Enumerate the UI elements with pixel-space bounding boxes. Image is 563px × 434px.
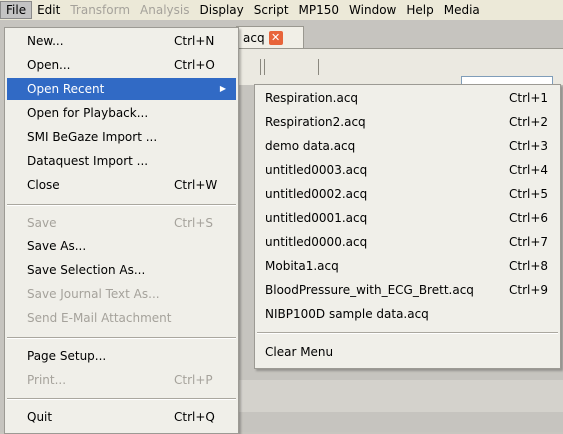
menu-mp150[interactable]: MP150 (294, 1, 345, 19)
menu-item-open[interactable]: Open... Ctrl+O (7, 54, 236, 76)
recent-file-item[interactable]: untitled0003.acq Ctrl+4 (257, 159, 558, 181)
menu-item-new[interactable]: New... Ctrl+N (7, 30, 236, 52)
recent-file-item[interactable]: NIBP100D sample data.acq (257, 303, 558, 325)
menu-item-label: SMI BeGaze Import ... (27, 130, 158, 144)
recent-file-item[interactable]: untitled0002.acq Ctrl+5 (257, 183, 558, 205)
chevron-right-icon: ▶ (219, 84, 226, 93)
menu-item-open-recent[interactable]: Open Recent ▶ (7, 78, 236, 100)
menu-item-label: Clear Menu (265, 345, 334, 359)
menu-item-clear-menu[interactable]: Clear Menu (257, 341, 558, 363)
toolbar-separator (318, 59, 319, 75)
menu-separator (7, 398, 236, 400)
menu-item-label: Open Recent (27, 82, 105, 96)
menu-item-label: Save As... (27, 239, 87, 253)
menu-item-save-as[interactable]: Save As... (7, 235, 236, 257)
recent-file-item[interactable]: Respiration.acq Ctrl+1 (257, 87, 558, 109)
menu-item-shortcut: Ctrl+7 (509, 235, 549, 249)
menu-item-dataquest-import[interactable]: Dataquest Import ... (7, 150, 236, 172)
menu-separator (257, 332, 558, 334)
menu-item-label: Save Journal Text As... (27, 287, 160, 301)
menu-file[interactable]: File (0, 1, 33, 19)
menu-item-label: NIBP100D sample data.acq (265, 307, 429, 321)
toolbar-separator (260, 59, 261, 75)
recent-file-item[interactable]: Respiration2.acq Ctrl+2 (257, 111, 558, 133)
menu-item-label: Send E-Mail Attachment (27, 311, 172, 325)
menu-display[interactable]: Display (195, 1, 249, 19)
close-icon[interactable]: ✕ (268, 30, 283, 45)
recent-file-item[interactable]: untitled0000.acq Ctrl+7 (257, 231, 558, 253)
menu-separator (7, 337, 236, 339)
menu-item-print[interactable]: Print... Ctrl+P (7, 369, 236, 391)
menu-edit[interactable]: Edit (32, 1, 65, 19)
recent-file-item[interactable]: BloodPressure_with_ECG_Brett.acq Ctrl+9 (257, 279, 558, 301)
menu-item-shortcut: Ctrl+1 (509, 91, 549, 105)
menu-analysis[interactable]: Analysis (135, 1, 194, 19)
menu-item-save-selection-as[interactable]: Save Selection As... (7, 259, 236, 281)
menu-item-save-journal-text-as[interactable]: Save Journal Text As... (7, 283, 236, 305)
menu-transform[interactable]: Transform (65, 1, 135, 19)
document-toolbar (236, 48, 563, 94)
menu-item-label: Dataquest Import ... (27, 154, 149, 168)
menu-script[interactable]: Script (249, 1, 294, 19)
menu-item-label: Open for Playback... (27, 106, 149, 120)
menu-item-shortcut: Ctrl+P (174, 373, 213, 387)
file-menu: New... Ctrl+N Open... Ctrl+O Open Recent… (4, 27, 239, 434)
menu-item-send-email-attachment[interactable]: Send E-Mail Attachment (7, 307, 236, 329)
menu-item-shortcut: Ctrl+4 (509, 163, 549, 177)
menu-item-shortcut: Ctrl+2 (509, 115, 549, 129)
menu-item-close[interactable]: Close Ctrl+W (7, 174, 236, 196)
menu-media[interactable]: Media (439, 1, 485, 19)
document-tab[interactable]: acq ✕ (236, 26, 304, 48)
menu-separator (7, 204, 236, 206)
recent-file-item[interactable]: untitled0001.acq Ctrl+6 (257, 207, 558, 229)
document-tab-label: acq (243, 30, 265, 45)
menu-item-shortcut: Ctrl+9 (509, 283, 549, 297)
menu-help[interactable]: Help (401, 1, 438, 19)
menu-item-label: Save Selection As... (27, 263, 146, 277)
menu-item-page-setup[interactable]: Page Setup... (7, 345, 236, 367)
menu-item-quit[interactable]: Quit Ctrl+Q (7, 406, 236, 428)
toolbar-separator (264, 59, 265, 75)
menu-item-open-for-playback[interactable]: Open for Playback... (7, 102, 236, 124)
menu-window[interactable]: Window (344, 1, 401, 19)
menu-item-save[interactable]: Save Ctrl+S (7, 212, 236, 234)
menu-item-shortcut: Ctrl+6 (509, 211, 549, 225)
menu-item-shortcut: Ctrl+N (174, 34, 215, 48)
document-area (236, 380, 563, 412)
menu-item-shortcut: Ctrl+S (174, 216, 214, 230)
menu-item-shortcut: Ctrl+W (174, 178, 218, 192)
menu-item-shortcut: Ctrl+O (174, 58, 215, 72)
menu-item-shortcut: Ctrl+5 (509, 187, 549, 201)
menu-bar: File Edit Transform Analysis Display Scr… (0, 0, 563, 21)
menu-item-smi-begaze-import[interactable]: SMI BeGaze Import ... (7, 126, 236, 148)
menu-item-shortcut: Ctrl+3 (509, 139, 549, 153)
menu-item-label: Page Setup... (27, 349, 107, 363)
recent-file-item[interactable]: Mobita1.acq Ctrl+8 (257, 255, 558, 277)
menu-item-shortcut: Ctrl+Q (174, 410, 215, 424)
open-recent-submenu: Respiration.acq Ctrl+1 Respiration2.acq … (254, 84, 561, 369)
recent-file-item[interactable]: demo data.acq Ctrl+3 (257, 135, 558, 157)
menu-item-shortcut: Ctrl+8 (509, 259, 549, 273)
